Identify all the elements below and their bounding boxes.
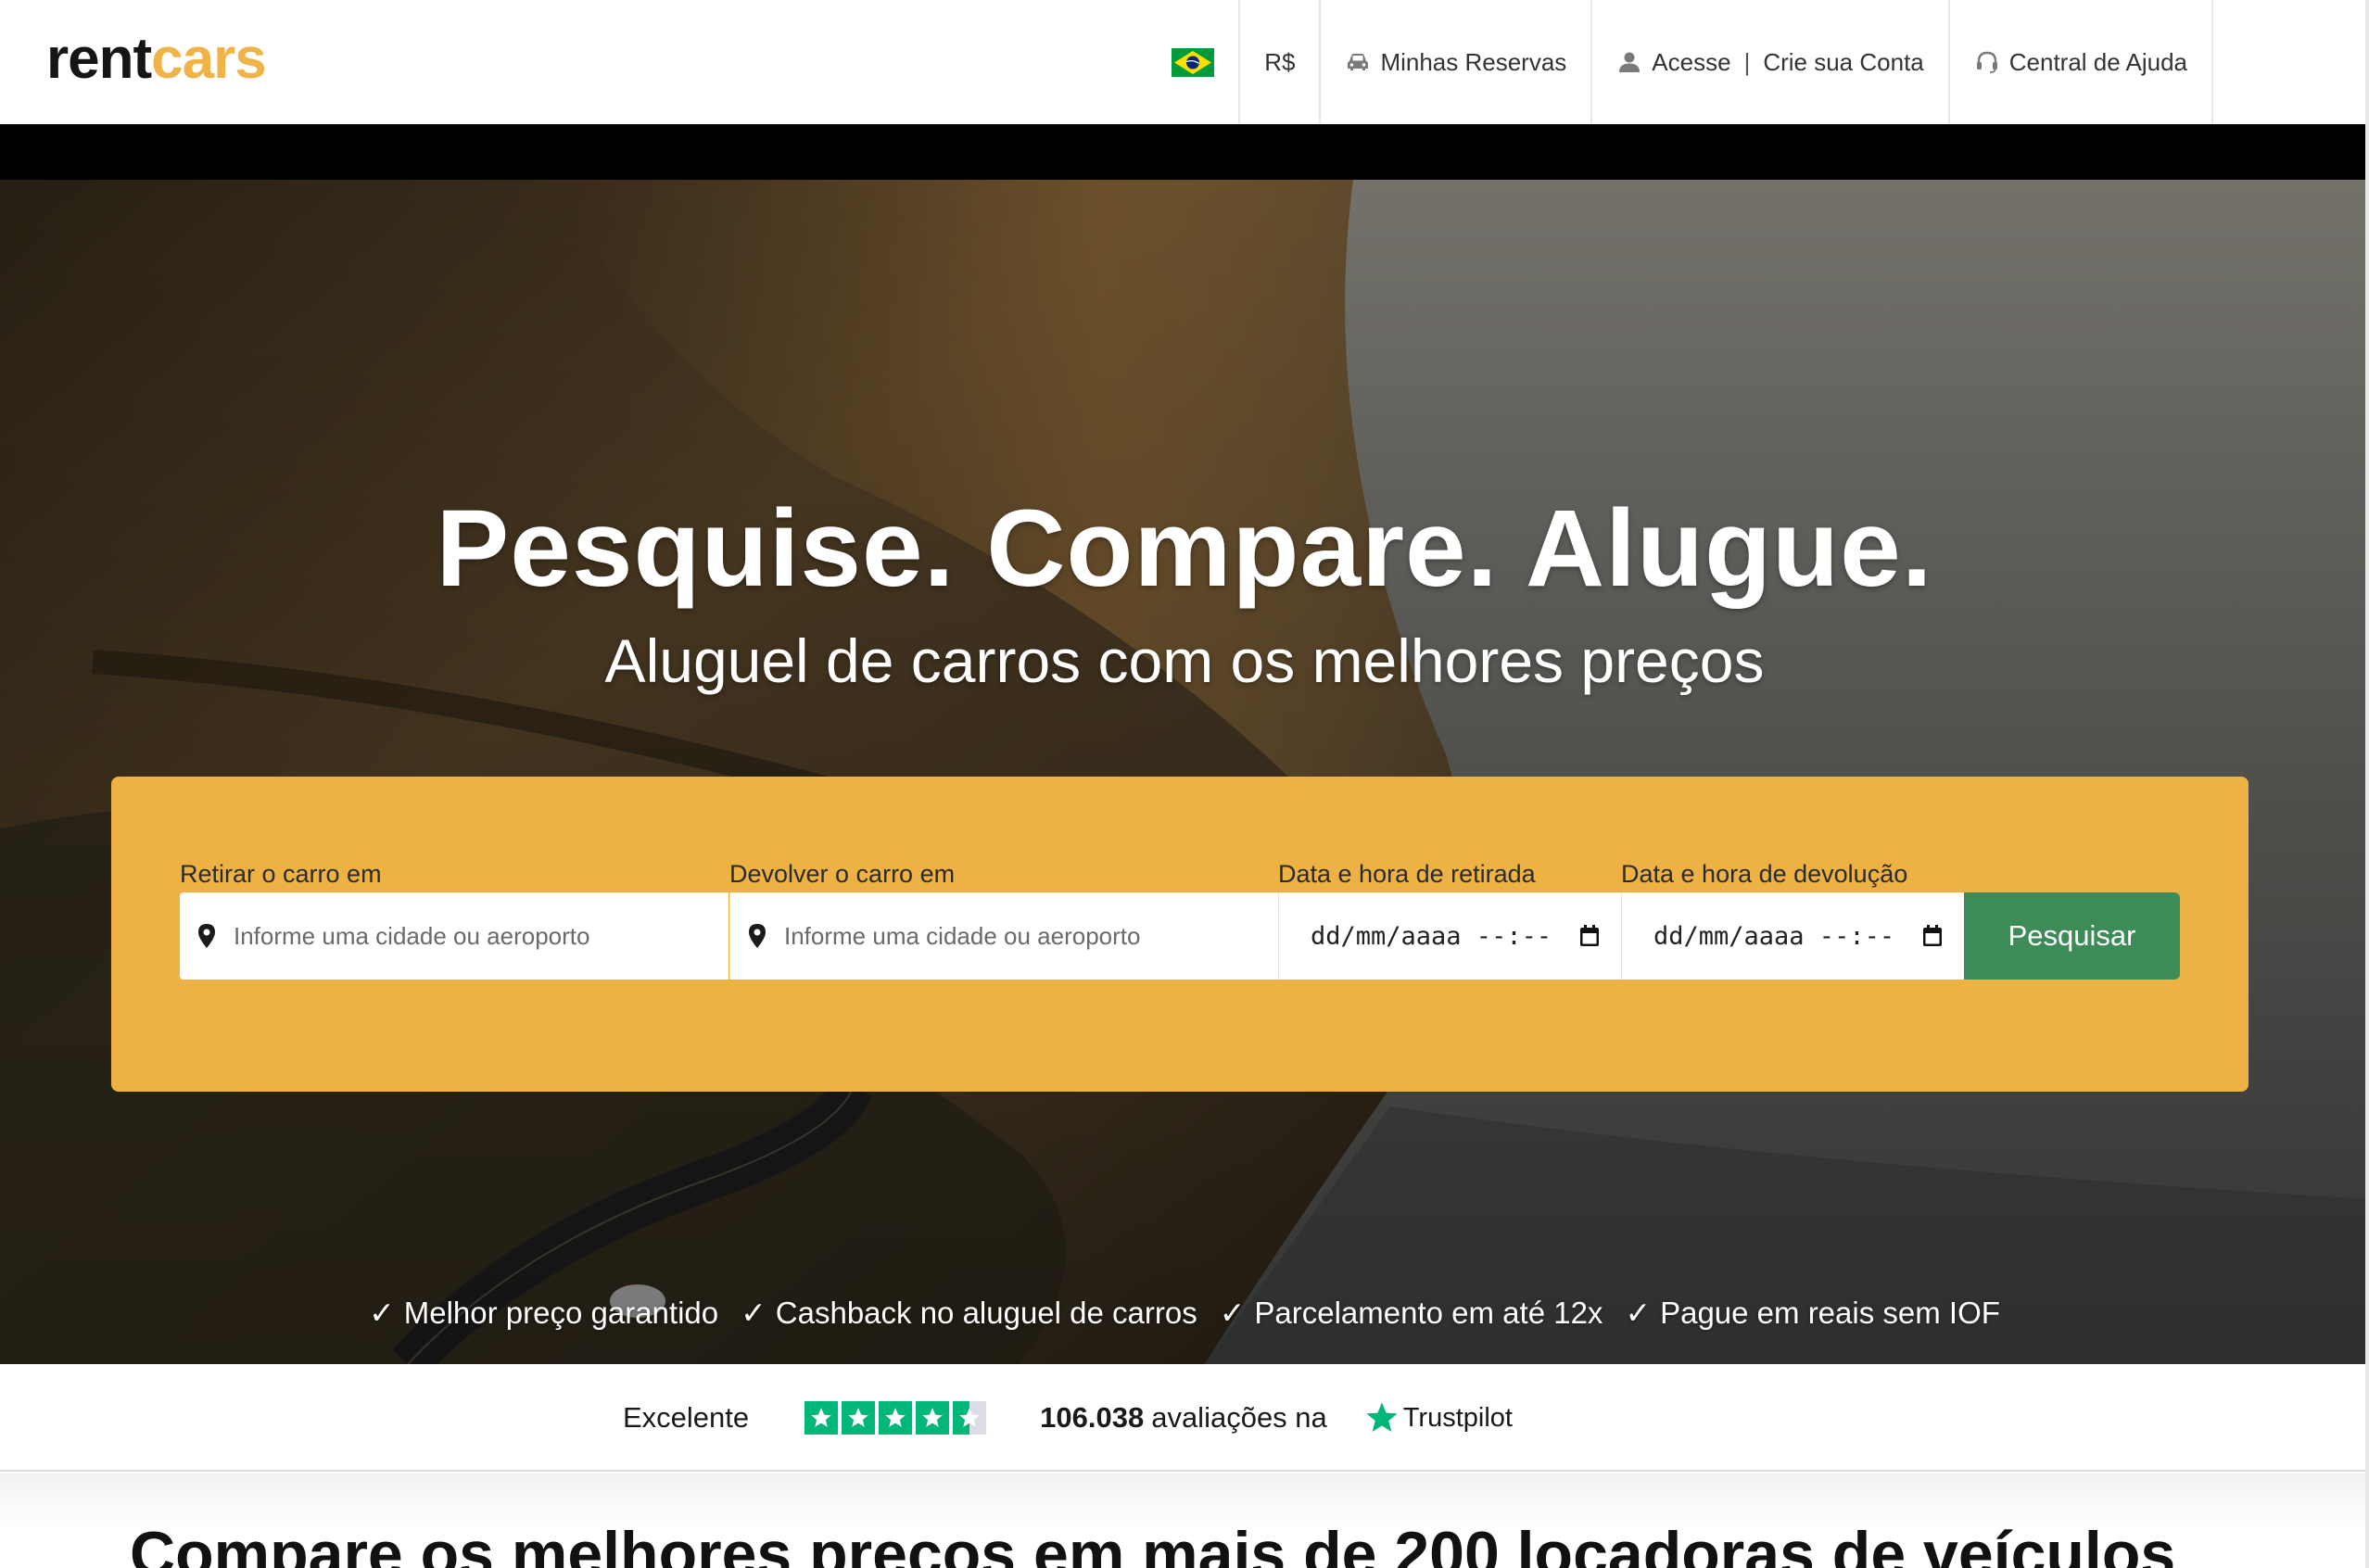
pickup-location-placeholder: Informe uma cidade ou aeroporto [234, 921, 590, 950]
section-heading: Compare os melhores preços em mais de 20… [130, 1519, 2176, 1568]
benefit-item: ✓ Parcelamento em até 12x [1220, 1295, 1603, 1331]
benefit-item: ✓ Cashback no aluguel de carros [741, 1295, 1197, 1331]
checkmark-icon: ✓ [1219, 1296, 1246, 1330]
site-header: rentcars R$ Minhas Reservas Acesse | Cri… [0, 0, 2369, 124]
trustpilot-widget[interactable]: Excelente 106.038 avaliações na Trustpil… [623, 1364, 1513, 1472]
benefit-label: Cashback no aluguel de carros [775, 1295, 1197, 1330]
currency-label: R$ [1264, 47, 1296, 76]
benefit-label: Pague em reais sem IOF [1660, 1295, 2000, 1330]
top-nav: R$ Minhas Reservas Acesse | Crie sua Con… [1147, 0, 2213, 124]
pickup-datetime-value: dd/mm/aaaa --:-- [1311, 921, 1552, 951]
star-icon [916, 1401, 950, 1435]
star-icon [842, 1401, 876, 1435]
country-selector[interactable] [1147, 0, 1238, 124]
trustpilot-star-icon [1366, 1402, 1398, 1433]
pickup-datetime-label: Data e hora de retirada [1278, 860, 1536, 888]
dropoff-location-label: Devolver o carro em [729, 860, 956, 888]
checkmark-icon: ✓ [369, 1296, 395, 1330]
dropoff-datetime-label: Data e hora de devolução [1621, 860, 1908, 888]
help-center-link[interactable]: Central de Ajuda [1947, 0, 2213, 124]
hero-overlay [0, 180, 2369, 1364]
my-reservations-label: Minhas Reservas [1380, 47, 1567, 76]
dropoff-datetime-input[interactable]: dd/mm/aaaa --:-- [1621, 892, 1964, 980]
dropoff-datetime-value: dd/mm/aaaa --:-- [1653, 921, 1895, 951]
pickup-location-label: Retirar o carro em [180, 860, 382, 888]
search-form: Retirar o carro em Devolver o carro em D… [111, 777, 2249, 1092]
pickup-datetime-input[interactable]: dd/mm/aaaa --:-- [1278, 892, 1621, 980]
logo-text-cars: cars [151, 27, 267, 91]
rentcars-logo[interactable]: rentcars [46, 24, 267, 95]
star-icon [804, 1401, 839, 1435]
trustpilot-logo[interactable]: Trustpilot [1364, 1400, 1513, 1435]
signup-label[interactable]: Crie sua Conta [1763, 48, 1923, 77]
car-icon [1348, 54, 1369, 70]
account-link[interactable]: Acesse | Crie sua Conta [1590, 0, 1947, 124]
brazil-flag-icon [1172, 47, 1215, 77]
benefit-label: Parcelamento em até 12x [1254, 1295, 1603, 1330]
my-reservations-link[interactable]: Minhas Reservas [1319, 0, 1590, 124]
dropoff-location-input[interactable]: Informe uma cidade ou aeroporto [729, 892, 1278, 980]
logo-text-rent: rent [46, 27, 152, 91]
checkmark-icon: ✓ [741, 1296, 766, 1330]
trustpilot-bar: Excelente 106.038 avaliações na Trustpil… [0, 1364, 2369, 1472]
benefits-list: ✓ Melhor preço garantido ✓ Cashback no a… [0, 1295, 2369, 1331]
currency-selector[interactable]: R$ [1238, 0, 1319, 124]
reviews-count: 106.038 [1040, 1401, 1145, 1434]
account-separator: | [1743, 47, 1751, 76]
reviews-suffix: avaliações na [1151, 1401, 1327, 1434]
login-label[interactable]: Acesse [1652, 48, 1730, 77]
half-star-icon [953, 1401, 987, 1435]
hero-section: Pesquise. Compare. Alugue. Aluguel de ca… [0, 180, 2369, 1364]
user-icon [1619, 52, 1641, 72]
calendar-icon[interactable] [1921, 924, 1944, 948]
scrollbar-track[interactable] [2365, 0, 2369, 1568]
dropoff-location-placeholder: Informe uma cidade ou aeroporto [784, 921, 1141, 950]
pickup-location-input[interactable]: Informe uma cidade ou aeroporto [180, 892, 728, 980]
help-center-label: Central de Ajuda [2008, 47, 2187, 76]
hero-title: Pesquise. Compare. Alugue. [436, 487, 1933, 610]
trustpilot-stars [804, 1401, 987, 1435]
star-icon [879, 1401, 913, 1435]
headset-icon [1976, 51, 1997, 73]
benefit-label: Melhor preço garantido [403, 1295, 719, 1330]
trustpilot-brand-label: Trustpilot [1402, 1402, 1513, 1433]
benefit-item: ✓ Melhor preço garantido [369, 1295, 718, 1331]
location-pin-icon [749, 924, 766, 948]
trustpilot-rating-text: Excelente [623, 1401, 750, 1434]
location-pin-icon [198, 924, 215, 948]
benefit-item: ✓ Pague em reais sem IOF [1625, 1295, 1999, 1331]
checkmark-icon: ✓ [1625, 1296, 1652, 1330]
hero-subtitle: Aluguel de carros com os melhores preços [604, 626, 1765, 695]
search-button[interactable]: Pesquisar [1964, 892, 2180, 980]
calendar-icon[interactable] [1578, 924, 1601, 948]
header-band [0, 124, 2369, 180]
